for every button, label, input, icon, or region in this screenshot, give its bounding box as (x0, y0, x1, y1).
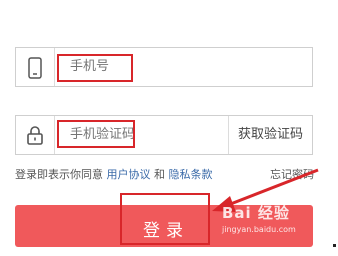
code-input[interactable] (64, 124, 196, 146)
lock-icon-box (16, 116, 55, 154)
login-button-label: 登录 (143, 221, 189, 241)
phone-field (15, 47, 313, 87)
lock-icon (27, 126, 43, 145)
agreement-text: 登录即表示你同意 用户协议 和 隐私条款 (15, 166, 213, 182)
stray-dot (333, 244, 336, 247)
user-agreement-link[interactable]: 用户协议 (107, 168, 151, 181)
phone-icon (28, 57, 42, 79)
login-button[interactable]: 登录 (15, 205, 313, 247)
forgot-password-link[interactable]: 忘记密码 (270, 166, 314, 182)
agreement-conjunction: 和 (154, 168, 165, 181)
agreement-prefix: 登录即表示你同意 (15, 168, 103, 181)
code-field: 获取验证码 (15, 115, 313, 155)
phone-icon-box (16, 48, 55, 86)
phone-input[interactable] (64, 56, 276, 78)
privacy-link[interactable]: 隐私条款 (169, 168, 213, 181)
get-code-button[interactable]: 获取验证码 (228, 116, 312, 154)
